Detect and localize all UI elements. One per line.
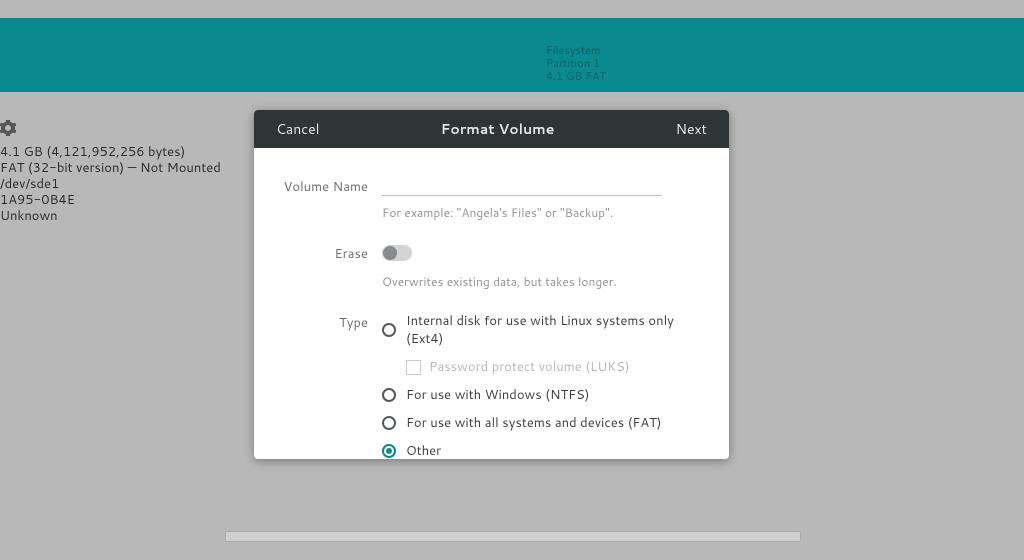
radio-icon <box>382 323 396 337</box>
luks-checkbox <box>406 360 421 375</box>
erase-toggle[interactable] <box>382 245 412 261</box>
prop-uuid: 1A95-0B4E <box>0 192 230 208</box>
prop-partition-type: Unknown <box>0 208 230 224</box>
luks-label: Password protect volume (LUKS) <box>429 358 630 376</box>
radio-icon <box>382 416 396 430</box>
prop-fs: FAT (32-bit version) — Not Mounted <box>0 160 230 176</box>
radio-icon <box>382 444 396 458</box>
dialog-title: Format Volume <box>441 119 555 139</box>
type-radio-ext4[interactable]: Internal disk for use with Linux systems… <box>382 312 703 348</box>
format-volume-dialog: Cancel Format Volume Next Volume Name Fo… <box>254 110 729 459</box>
radio-icon <box>382 388 396 402</box>
erase-label: Erase <box>280 243 382 263</box>
prop-size: 4.1 GB (4,121,952,256 bytes) <box>0 144 230 160</box>
type-label: Type <box>280 312 382 332</box>
radio-label-fat: For use with all systems and devices (FA… <box>406 414 662 432</box>
bottom-panel-placeholder <box>225 531 801 542</box>
partition-banner <box>0 18 1024 92</box>
volume-name-hint: For example: "Angela's Files" or "Backup… <box>382 204 703 221</box>
next-button[interactable]: Next <box>670 115 713 143</box>
volume-name-input[interactable] <box>382 176 662 196</box>
radio-label-ntfs: For use with Windows (NTFS) <box>406 386 589 404</box>
type-radio-fat[interactable]: For use with all systems and devices (FA… <box>382 414 703 432</box>
cancel-button[interactable]: Cancel <box>270 115 326 143</box>
volume-properties: 4.1 GB (4,121,952,256 bytes) FAT (32-bit… <box>0 144 230 224</box>
volume-name-label: Volume Name <box>280 176 382 196</box>
type-radio-other[interactable]: Other <box>382 442 703 459</box>
type-radio-ntfs[interactable]: For use with Windows (NTFS) <box>382 386 703 404</box>
radio-label-other: Other <box>406 442 441 459</box>
luks-checkbox-row: Password protect volume (LUKS) <box>406 358 703 376</box>
gear-icon[interactable] <box>0 120 16 141</box>
radio-label-ext4: Internal disk for use with Linux systems… <box>406 312 703 348</box>
banner-size: 4.1 GB FAT <box>546 70 606 83</box>
dialog-header: Cancel Format Volume Next <box>254 110 729 148</box>
prop-device: /dev/sde1 <box>0 176 230 192</box>
erase-hint: Overwrites existing data, but takes long… <box>382 273 703 290</box>
partition-banner-text: Filesystem Partition 1 4.1 GB FAT <box>546 44 606 83</box>
